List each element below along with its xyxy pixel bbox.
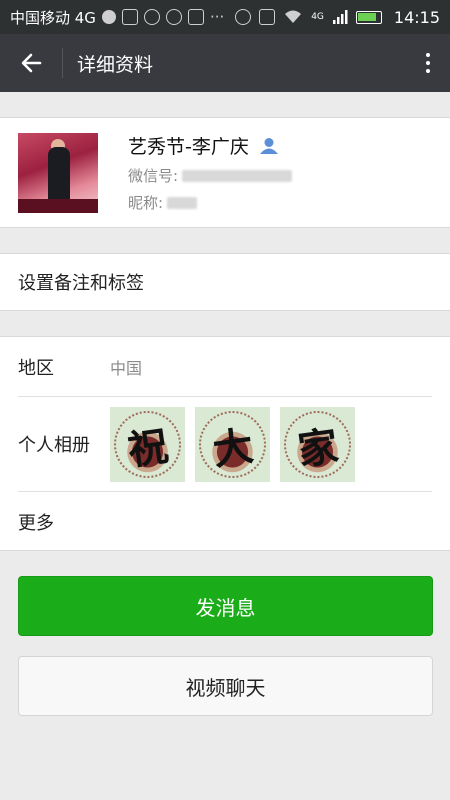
back-arrow-icon <box>21 53 42 73</box>
remark-label: 设置备注和标签 <box>18 273 144 294</box>
wechat-id-row: 微信号: <box>128 165 293 186</box>
carrier-label: 中国移动 4G <box>10 8 96 27</box>
nickname-redacted <box>167 196 198 209</box>
more-label: 更多 <box>18 512 54 534</box>
network-type-label: 4G <box>311 12 324 22</box>
wechat-id-redacted <box>182 169 293 182</box>
badge-notification-icon <box>187 9 204 25</box>
nickname-label: 昵称: <box>128 194 164 212</box>
nickname-row: 昵称: <box>128 192 292 213</box>
album-thumbnail[interactable]: 祝 <box>110 406 185 482</box>
status-bar: 中国移动 4G ··· 4G 14:15 <box>0 0 450 34</box>
rotation-lock-icon <box>259 9 276 25</box>
set-remark-tags-row[interactable]: 设置备注和标签 <box>0 253 450 311</box>
region-label: 地区 <box>18 357 54 379</box>
wechat-notification-icon <box>143 9 160 25</box>
profile-card[interactable]: 艺秀节-李广庆 微信号: 昵称: <box>0 117 450 228</box>
title-divider <box>62 48 63 78</box>
contact-person-icon <box>259 137 278 154</box>
details-section: 地区 中国 个人相册 祝 大 家 更多 <box>0 336 450 551</box>
signal-icon <box>332 10 348 24</box>
avatar[interactable] <box>18 132 98 213</box>
contact-name: 艺秀节-李广庆 <box>128 136 249 158</box>
send-message-button[interactable]: 发消息 <box>18 576 433 636</box>
more-vertical-icon <box>426 53 430 57</box>
region-value: 中国 <box>110 358 143 378</box>
album-label: 个人相册 <box>18 435 90 456</box>
image-notification-icon <box>121 9 138 25</box>
app-notification-icon <box>101 10 116 24</box>
album-thumbnails[interactable]: 祝 大 家 <box>110 406 355 482</box>
wifi-icon <box>285 10 302 23</box>
more-row[interactable]: 更多 <box>0 492 450 551</box>
battery-icon <box>355 10 382 24</box>
album-row[interactable]: 个人相册 祝 大 家 <box>0 397 450 491</box>
headphone-icon <box>235 9 252 25</box>
album-thumbnail[interactable]: 大 <box>195 406 270 482</box>
more-notifications-icon: ··· <box>209 8 225 26</box>
region-row: 地区 中国 <box>0 337 450 396</box>
notification-icons: ··· <box>101 8 225 26</box>
wechat-id-label: 微信号: <box>128 167 179 185</box>
clock: 14:15 <box>393 7 440 27</box>
more-options-button[interactable] <box>406 34 450 92</box>
album-thumbnail[interactable]: 家 <box>280 406 355 482</box>
back-button[interactable] <box>0 34 62 92</box>
system-icons: 4G 14:15 <box>235 8 440 27</box>
title-bar: 详细资料 <box>0 34 450 92</box>
profile-info: 艺秀节-李广庆 微信号: 昵称: <box>128 132 293 213</box>
page-title: 详细资料 <box>77 53 154 76</box>
pause-notification-icon <box>165 9 182 25</box>
video-call-button[interactable]: 视频聊天 <box>18 656 433 716</box>
